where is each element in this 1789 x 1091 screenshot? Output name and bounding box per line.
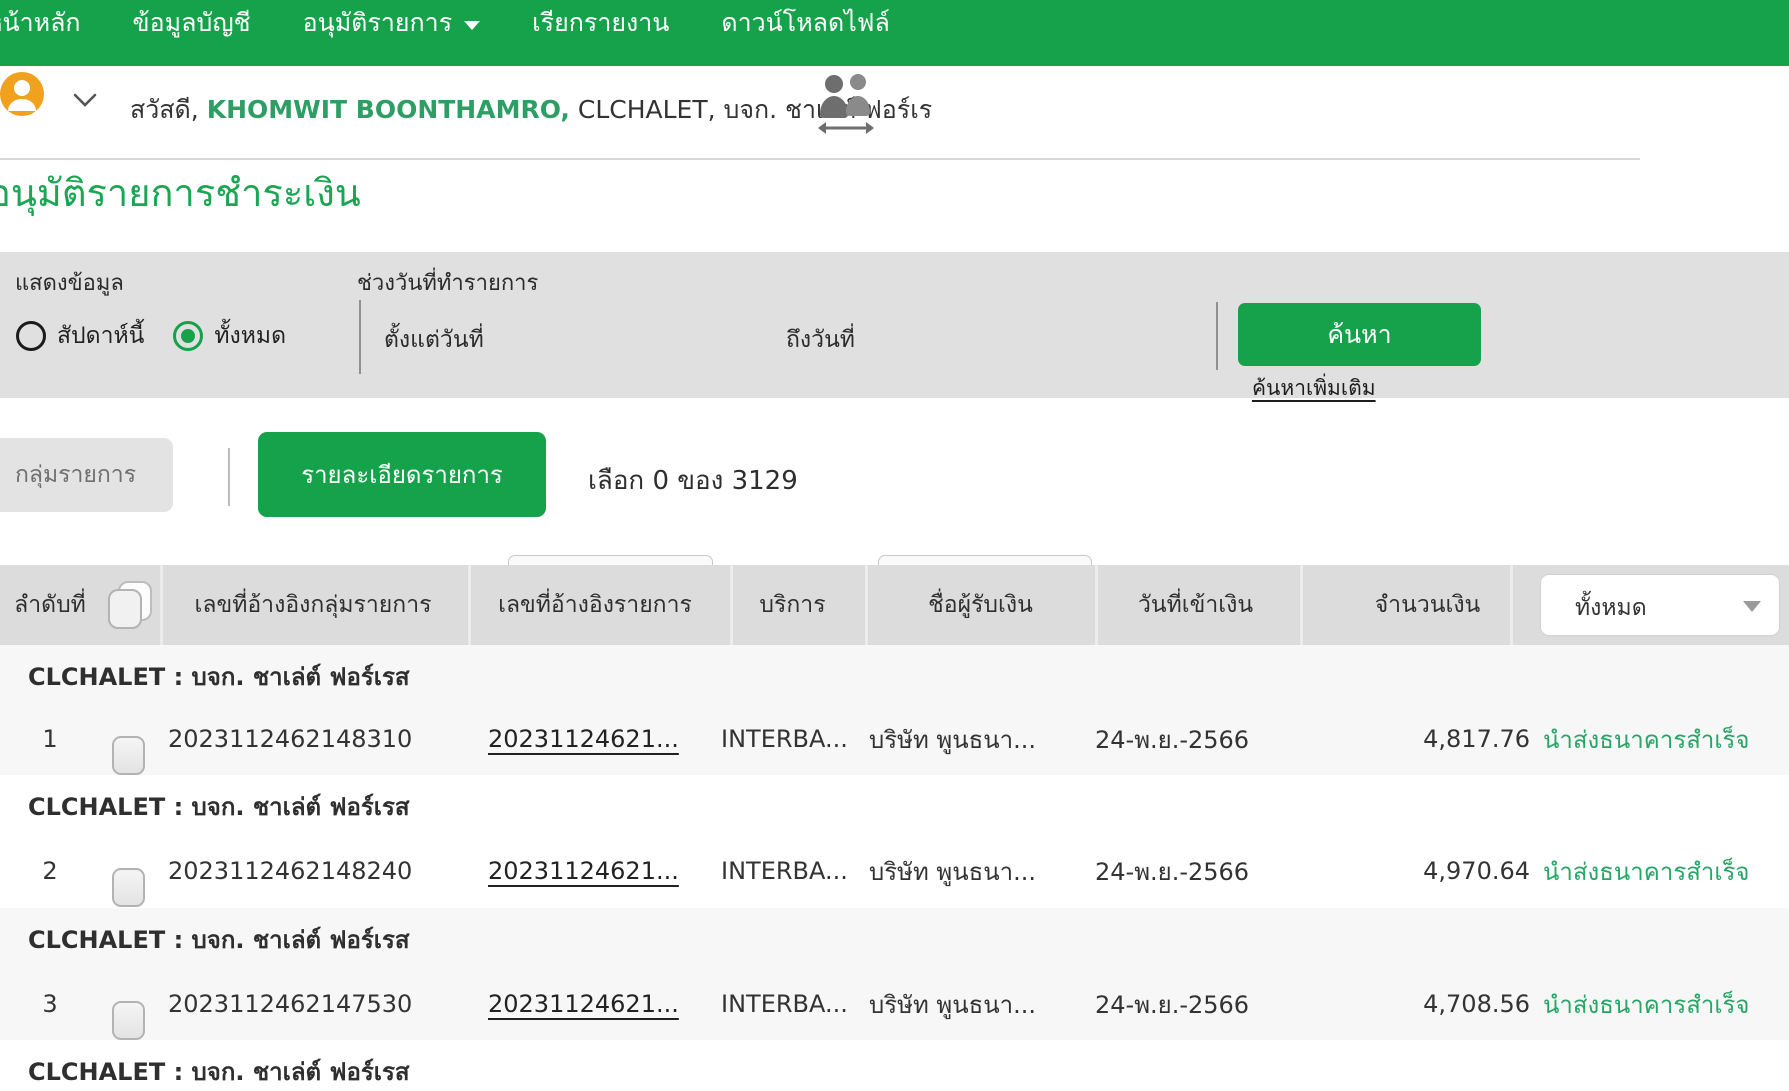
switch-user-icon[interactable] <box>816 72 876 140</box>
service-cell: INTERBA... <box>721 703 866 775</box>
page-title: อนุมัติรายการชำระเงิน <box>0 162 361 223</box>
column-header-date: วันที่เข้าเงิน <box>1098 565 1293 645</box>
selection-summary: เลือก 0 ของ 3129 <box>588 460 798 501</box>
show-data-label: แสดงข้อมูล <box>15 265 124 300</box>
nav-menu: หน้าหลัก ข้อมูลบัญชี อนุมัติรายการ เรียก… <box>0 0 890 46</box>
group-ref-cell: 2023112462147530 <box>168 968 458 1040</box>
transaction-block: CLCHALET : บจก. ชาเล่ต์ ฟอร์เรส 2 202311… <box>0 775 1789 908</box>
payee-cell: บริษัท พูนธนา... <box>869 835 1074 907</box>
top-nav-bar: หน้าหลัก ข้อมูลบัญชี อนุมัติรายการ เรียก… <box>0 0 1789 66</box>
transaction-block: CLCHALET : บจก. ชาเล่ต์ ฟอร์เรส 1 202311… <box>0 645 1789 775</box>
table-row: 3 2023112462147530 20231124621... INTERB… <box>0 968 1789 1040</box>
nav-item-reports[interactable]: เรียกรายงาน <box>532 3 669 43</box>
item-ref-link[interactable]: 20231124621... <box>488 990 679 1018</box>
status-filter-dropdown[interactable]: ทั้งหมด <box>1540 574 1780 636</box>
column-header-index: ลำดับที่ <box>9 565 91 645</box>
service-cell: INTERBA... <box>721 835 866 907</box>
nav-item-approve-transactions[interactable]: อนุมัติรายการ <box>303 3 481 43</box>
date-cell: 24-พ.ย.-2566 <box>1095 835 1270 907</box>
divider <box>0 158 1640 160</box>
table-header: ลำดับที่ เลขที่อ้างอิงกลุ่มรายการ เลขที่… <box>0 565 1789 645</box>
user-bar: สวัสดี, KHOMWIT BOONTHAMRO, CLCHALET, บจ… <box>0 66 1789 158</box>
status-filter-value: ทั้งหมด <box>1575 590 1647 626</box>
nav-item-download-files[interactable]: ดาวน์โหลดไฟล์ <box>721 3 889 43</box>
row-checkbox[interactable] <box>112 868 145 907</box>
item-ref-link[interactable]: 20231124621... <box>488 857 679 885</box>
column-header-amount: จำนวนเงิน <box>1320 565 1535 645</box>
date-cell: 24-พ.ย.-2566 <box>1095 968 1270 1040</box>
radio-all[interactable] <box>173 321 203 351</box>
row-index: 1 <box>9 703 91 775</box>
tab-detail-list[interactable]: รายละเอียดรายการ <box>258 432 546 517</box>
payee-cell: บริษัท พูนธนา... <box>869 703 1074 775</box>
greeting-prefix: สวัสดี, <box>130 95 199 124</box>
group-header: CLCHALET : บจก. ชาเล่ต์ ฟอร์เรส <box>28 920 410 959</box>
date-cell: 24-พ.ย.-2566 <box>1095 703 1270 775</box>
radio-this-week-label: สัปดาห์นี้ <box>57 318 144 354</box>
row-index: 2 <box>9 835 91 907</box>
group-header: CLCHALET : บจก. ชาเล่ต์ ฟอร์เรส <box>28 657 410 696</box>
chevron-down-icon <box>1743 601 1761 612</box>
group-ref-cell: 2023112462148240 <box>168 835 458 907</box>
group-header: CLCHALET : บจก. ชาเล่ต์ ฟอร์เรส <box>28 1052 410 1091</box>
group-ref-cell: 2023112462148310 <box>168 703 458 775</box>
user-name: KHOMWIT BOONTHAMRO, <box>207 95 570 124</box>
row-checkbox[interactable] <box>112 736 145 775</box>
radio-all-label: ทั้งหมด <box>214 318 286 354</box>
transaction-block: CLCHALET : บจก. ชาเล่ต์ ฟอร์เรส <box>0 1040 1789 1080</box>
user-greeting: สวัสดี, KHOMWIT BOONTHAMRO, CLCHALET, บจ… <box>130 90 932 130</box>
date-range-label: ช่วงวันที่ทำรายการ <box>357 265 538 300</box>
show-data-radio-group: สัปดาห์นี้ ทั้งหมด <box>16 318 286 354</box>
chevron-down-icon[interactable] <box>72 92 98 112</box>
more-search-link[interactable]: ค้นหาเพิ่มเติม <box>1252 372 1376 405</box>
to-date-label: ถึงวันที่ <box>786 322 855 358</box>
row-checkbox[interactable] <box>112 1001 145 1040</box>
status-cell: นำส่งธนาคารสำเร็จ <box>1543 703 1783 775</box>
amount-cell: 4,970.64 <box>1280 835 1530 907</box>
filter-panel: แสดงข้อมูล ช่วงวันที่ทำรายการ สัปดาห์นี้… <box>0 252 1789 398</box>
table-row: 1 2023112462148310 20231124621... INTERB… <box>0 703 1789 775</box>
divider <box>1216 302 1218 370</box>
company-name: CLCHALET, บจก. ชาเล่ต์ ฟอร์เร <box>578 95 932 124</box>
column-header-group-ref: เลขที่อ้างอิงกลุ่มรายการ <box>168 565 458 645</box>
user-avatar-icon[interactable] <box>0 70 48 122</box>
item-ref-link[interactable]: 20231124621... <box>488 725 679 753</box>
nav-item-account-info[interactable]: ข้อมูลบัญชี <box>133 3 251 43</box>
nav-item-home[interactable]: หน้าหลัก <box>0 3 81 43</box>
amount-cell: 4,817.76 <box>1280 703 1530 775</box>
select-all-icon[interactable] <box>106 581 156 635</box>
payee-cell: บริษัท พูนธนา... <box>869 968 1074 1040</box>
column-header-service: บริการ <box>725 565 860 645</box>
search-button[interactable]: ค้นหา <box>1238 303 1481 366</box>
chevron-down-icon <box>464 21 480 30</box>
row-index: 3 <box>9 968 91 1040</box>
amount-cell: 4,708.56 <box>1280 968 1530 1040</box>
divider <box>359 300 361 374</box>
column-header-payee: ชื่อผู้รับเงิน <box>868 565 1093 645</box>
from-date-label: ตั้งแต่วันที่ <box>384 322 484 358</box>
radio-this-week[interactable] <box>16 321 46 351</box>
column-header-item-ref: เลขที่อ้างอิงรายการ <box>470 565 720 645</box>
status-cell: นำส่งธนาคารสำเร็จ <box>1543 968 1783 1040</box>
group-header: CLCHALET : บจก. ชาเล่ต์ ฟอร์เรส <box>28 787 410 826</box>
service-cell: INTERBA... <box>721 968 866 1040</box>
transaction-block: CLCHALET : บจก. ชาเล่ต์ ฟอร์เรส 3 202311… <box>0 908 1789 1040</box>
status-cell: นำส่งธนาคารสำเร็จ <box>1543 835 1783 907</box>
tab-group-list[interactable]: กลุ่มรายการ <box>0 438 173 512</box>
table-row: 2 2023112462148240 20231124621... INTERB… <box>0 835 1789 907</box>
divider <box>228 448 230 506</box>
